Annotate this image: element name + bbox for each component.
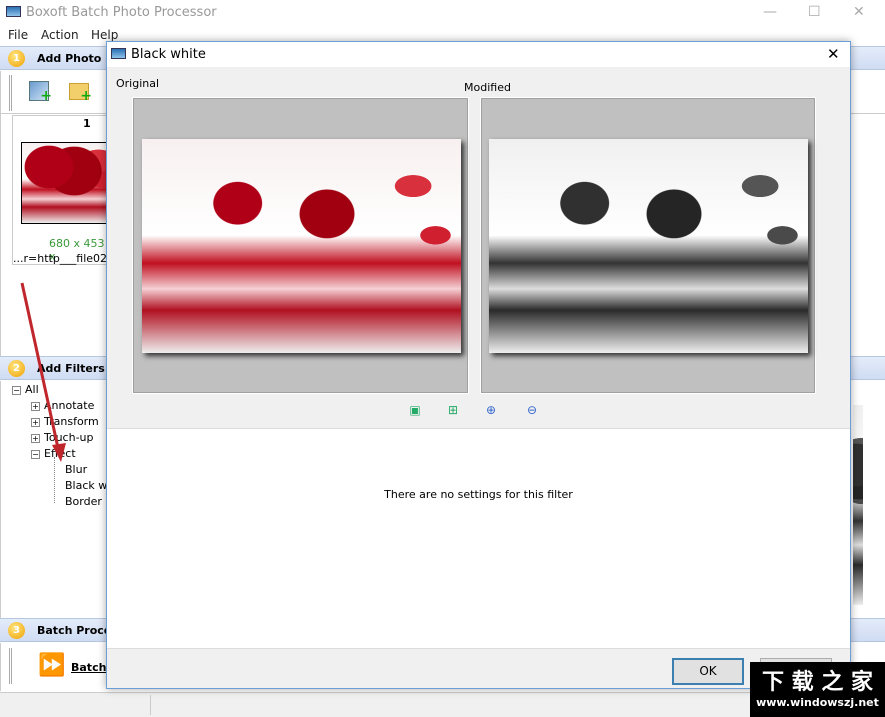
black-white-dialog: Black white ✕ Original Modified ▣ ⊞ ⊕ ⊖ … xyxy=(106,41,851,689)
modified-image xyxy=(489,139,808,353)
modified-label: Modified xyxy=(464,81,511,94)
dialog-title: Black white xyxy=(131,47,206,62)
original-image xyxy=(142,139,461,353)
settings-area: There are no settings for this filter xyxy=(107,428,850,649)
original-panel xyxy=(132,97,469,394)
zoom-out-icon[interactable]: ⊖ xyxy=(524,403,540,417)
dialog-icon xyxy=(111,48,126,59)
zoom-in-icon[interactable]: ⊕ xyxy=(483,403,499,417)
watermark-cn: 下 载 之 家 xyxy=(762,670,873,695)
no-settings-text: There are no settings for this filter xyxy=(384,488,573,501)
modified-panel xyxy=(480,97,816,394)
actual-size-icon[interactable]: ⊞ xyxy=(445,403,461,417)
ok-button[interactable]: OK xyxy=(672,658,744,685)
dialog-title-bar: Black white ✕ xyxy=(107,42,850,67)
watermark: 下 载 之 家 www.windowszj.net xyxy=(750,662,885,717)
fit-icon[interactable]: ▣ xyxy=(407,403,423,417)
watermark-url: www.windowszj.net xyxy=(756,696,879,709)
dialog-close-button[interactable]: ✕ xyxy=(827,45,840,63)
original-label: Original xyxy=(116,77,160,90)
